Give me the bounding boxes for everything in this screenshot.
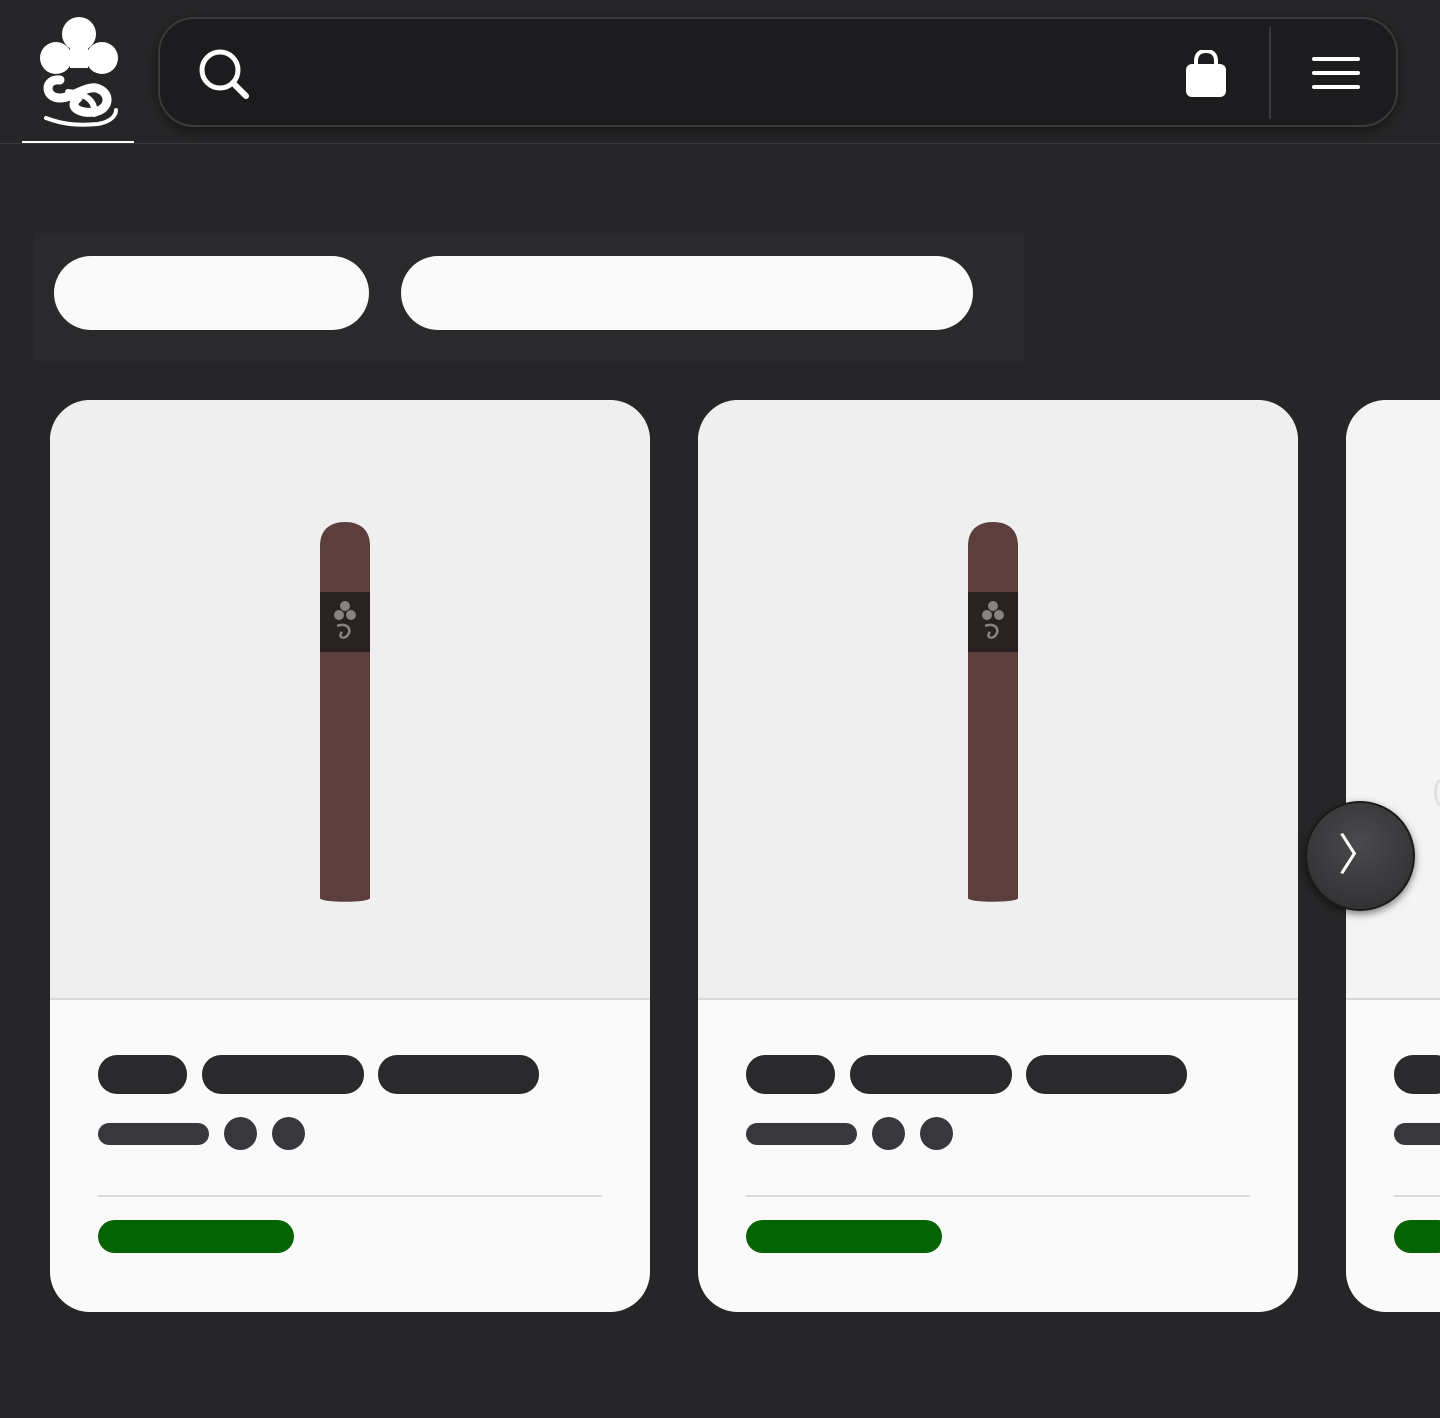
price-skeleton	[746, 1220, 942, 1253]
product-card[interactable]	[50, 400, 650, 1312]
product-card[interactable]	[698, 400, 1298, 1312]
hamburger-menu-icon[interactable]	[1312, 55, 1360, 91]
search-bar	[158, 17, 1398, 127]
rating-dot	[224, 1117, 257, 1150]
product-meta-skeleton	[98, 1123, 209, 1145]
carousel-next-button[interactable]: 〉	[1305, 801, 1415, 911]
product-meta-skeleton	[746, 1123, 857, 1145]
product-name-skeleton	[98, 1055, 187, 1094]
filter-pill-2[interactable]	[401, 256, 973, 330]
price-skeleton	[1394, 1220, 1440, 1253]
filter-pill-row	[34, 233, 1024, 361]
filter-pill-1[interactable]	[54, 256, 369, 330]
product-name-skeleton	[202, 1055, 364, 1094]
home-logo-link[interactable]	[22, 0, 134, 143]
club-ampersand-logo-icon	[40, 17, 118, 127]
search-input[interactable]	[270, 39, 1234, 107]
rating-dot	[920, 1117, 953, 1150]
price-skeleton	[98, 1220, 294, 1253]
search-icon[interactable]	[196, 46, 252, 102]
rating-dot	[272, 1117, 305, 1150]
product-image	[698, 400, 1298, 1000]
product-image	[50, 400, 650, 1000]
shopping-bag-icon[interactable]	[1184, 50, 1228, 98]
product-name-skeleton	[378, 1055, 539, 1094]
card-divider	[98, 1195, 602, 1197]
cigar-icon	[320, 522, 370, 902]
rating-dot	[872, 1117, 905, 1150]
cigar-icon	[968, 522, 1018, 902]
product-name-skeleton	[746, 1055, 835, 1094]
card-divider	[1394, 1195, 1440, 1197]
card-divider	[746, 1195, 1250, 1197]
site-header	[0, 0, 1440, 144]
product-meta-skeleton	[1394, 1123, 1440, 1145]
product-name-skeleton	[1026, 1055, 1187, 1094]
product-name-skeleton	[1394, 1055, 1440, 1094]
header-divider	[1269, 27, 1271, 119]
product-name-skeleton	[850, 1055, 1012, 1094]
